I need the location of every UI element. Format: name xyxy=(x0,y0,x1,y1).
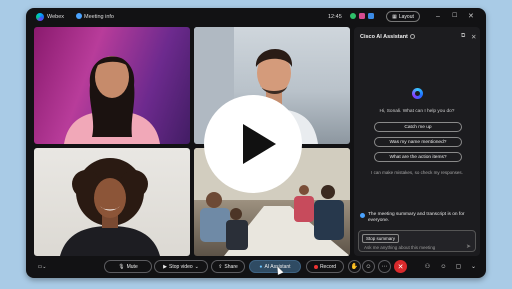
end-call-icon[interactable]: ✕ xyxy=(394,260,407,273)
connection-status-icon xyxy=(350,13,356,19)
layout-icon: ▦ xyxy=(392,13,397,20)
clock: 12:45 xyxy=(328,13,342,20)
record-label: Record xyxy=(319,263,337,270)
disclaimer-text: I can make mistakes, so check my respons… xyxy=(371,170,463,175)
app-name: Webex xyxy=(47,13,65,20)
stop-video-label: Stop video xyxy=(169,263,193,270)
participant-video-3 xyxy=(60,158,160,256)
share-label: Share xyxy=(224,263,238,270)
more-icon[interactable]: ⋯ xyxy=(378,260,391,273)
suggestion-catch-me-up[interactable]: Catch me up xyxy=(374,122,462,132)
info-icon[interactable] xyxy=(76,13,82,19)
close-icon[interactable]: ✕ xyxy=(471,33,476,41)
ai-notice-icon xyxy=(360,213,365,218)
minimize-icon[interactable]: – xyxy=(436,12,440,21)
send-icon[interactable]: ➤ xyxy=(466,243,471,250)
captions-icon[interactable]: ▭⌄ xyxy=(34,260,50,273)
chevron-down-icon[interactable]: ⌄ xyxy=(195,264,199,270)
record-icon xyxy=(313,264,318,269)
greeting-text: Hi, Sonali. What can I help you do? xyxy=(379,109,455,114)
participants-icon[interactable]: ⚇ xyxy=(421,260,434,273)
more-options-icon[interactable]: ⌄ xyxy=(467,260,480,273)
webex-logo-icon xyxy=(36,13,44,21)
video-tile-1[interactable] xyxy=(34,27,190,144)
share-icon: ⇪ xyxy=(218,263,223,270)
mute-button[interactable]: 🎙 Mute xyxy=(104,260,152,273)
ai-assistant-panel: Cisco AI Assistant ⧉ ✕ Hi, Sonali. What … xyxy=(354,27,480,256)
chat-icon[interactable]: ▢ xyxy=(452,260,465,273)
suggestion-name-mentioned[interactable]: Was my name mentioned? xyxy=(374,137,462,147)
stop-video-button[interactable]: ▶ Stop video ⌄ xyxy=(154,260,208,273)
chat-input-box[interactable]: Stop summary Ask me anything about this … xyxy=(358,230,476,252)
close-icon[interactable]: ✕ xyxy=(468,12,474,21)
layout-label: Layout xyxy=(398,13,414,20)
share-button[interactable]: ⇪ Share xyxy=(211,260,245,273)
panel-title: Cisco AI Assistant xyxy=(360,34,408,40)
pop-out-icon[interactable]: ⧉ xyxy=(461,33,465,40)
ai-assistant-icon: ● xyxy=(259,263,263,270)
play-icon xyxy=(243,124,276,164)
mute-label: Mute xyxy=(126,263,138,270)
reactions-panel-icon[interactable]: ☺ xyxy=(437,260,450,273)
info-icon[interactable] xyxy=(410,34,415,39)
suggestion-action-items[interactable]: What are the action items? xyxy=(374,152,462,162)
play-button[interactable] xyxy=(204,95,302,193)
record-button[interactable]: Record xyxy=(306,260,344,273)
ask-input[interactable]: Ask me anything about this meeting xyxy=(364,245,435,250)
meeting-info-link[interactable]: Meeting info xyxy=(84,14,114,20)
title-bar: Webex Meeting info 12:45 ▦ Layout – ☐ ✕ xyxy=(26,8,486,26)
reactions-icon[interactable]: ☺ xyxy=(362,260,375,273)
ai-assistant-icon xyxy=(412,88,423,99)
stop-summary-button[interactable]: Stop summary xyxy=(362,234,400,243)
video-tile-3[interactable] xyxy=(34,148,190,256)
microphone-icon: 🎙 xyxy=(118,263,125,270)
app-indicator-icon[interactable] xyxy=(359,13,365,19)
maximize-icon[interactable]: ☐ xyxy=(452,12,457,21)
meeting-toolbar: ▭⌄ 🎙 Mute ▶ Stop video ⌄ ⇪ Share ● AI As… xyxy=(26,258,486,278)
layout-button[interactable]: ▦ Layout xyxy=(386,11,420,22)
notification-icon[interactable] xyxy=(368,13,374,19)
summary-notice: The meeting summary and transcript is on… xyxy=(368,212,465,223)
camera-icon: ▶ xyxy=(163,263,167,270)
participant-video-1 xyxy=(64,56,160,144)
raise-hand-icon[interactable]: ✋ xyxy=(348,260,361,273)
